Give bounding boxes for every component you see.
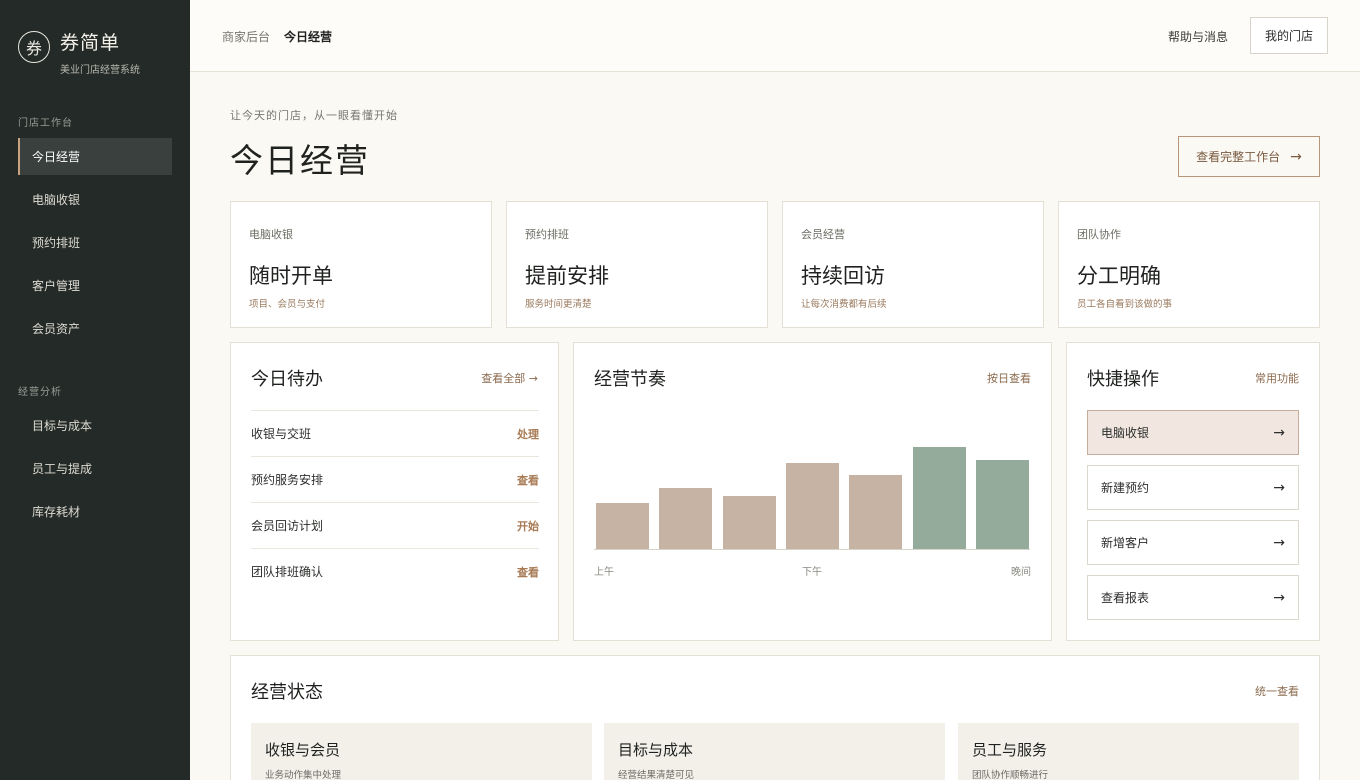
quick-action-new-booking[interactable]: 新建预约 → bbox=[1087, 465, 1299, 510]
common-functions-link[interactable]: 常用功能 bbox=[1255, 370, 1299, 386]
arrow-right-icon: → bbox=[1273, 479, 1285, 496]
feature-card-label: 会员经营 bbox=[801, 228, 845, 241]
breadcrumb-merchant[interactable]: 商家后台 bbox=[222, 28, 270, 45]
quick-actions-title: 快捷操作 bbox=[1087, 369, 1159, 390]
status-card-title: 收银与会员 bbox=[265, 741, 341, 759]
rhythm-panel: 经营节奏 按日查看 上午 下午 晚间 bbox=[573, 342, 1052, 641]
status-card-desc: 团队协作顺畅进行 bbox=[972, 770, 1049, 780]
sidebar-item-member-assets[interactable]: 会员资产 bbox=[18, 310, 172, 347]
sidebar-item-goals-cost[interactable]: 目标与成本 bbox=[18, 407, 172, 444]
feature-card-desc: 让每次消费都有后续 bbox=[801, 299, 887, 310]
quick-action-label: 电脑收银 bbox=[1101, 426, 1150, 440]
todo-item-action[interactable]: 处理 bbox=[517, 426, 539, 442]
rhythm-title: 经营节奏 bbox=[594, 369, 666, 390]
feature-card-title: 持续回访 bbox=[801, 264, 885, 288]
chart-bar bbox=[912, 447, 966, 549]
feature-card-team[interactable]: 团队协作 分工明确 员工各自看到该做的事 bbox=[1058, 201, 1320, 328]
brand-logo-icon: 券 bbox=[18, 31, 50, 63]
arrow-right-icon: → bbox=[1290, 148, 1302, 165]
status-card-desc: 业务动作集中处理 bbox=[265, 770, 342, 780]
quick-action-reports[interactable]: 查看报表 → bbox=[1087, 575, 1299, 620]
status-card-staff-service[interactable]: 员工与服务 团队协作顺畅进行 bbox=[958, 723, 1299, 780]
sidebar-item-staff-commission[interactable]: 员工与提成 bbox=[18, 450, 172, 487]
sidebar-item-booking[interactable]: 预约排班 bbox=[18, 224, 172, 261]
feature-card-desc: 服务时间更清楚 bbox=[525, 299, 592, 310]
todo-title: 今日待办 bbox=[251, 369, 323, 390]
page-title: 今日经营 bbox=[230, 141, 370, 180]
status-card-goals-cost[interactable]: 目标与成本 经营结果清楚可见 bbox=[604, 723, 945, 780]
todo-item: 会员回访计划 开始 bbox=[251, 502, 539, 548]
quick-action-label: 新增客户 bbox=[1101, 536, 1150, 550]
arrow-right-icon: → bbox=[1273, 589, 1285, 606]
feature-card-membership[interactable]: 会员经营 持续回访 让每次消费都有后续 bbox=[782, 201, 1044, 328]
status-title: 经营状态 bbox=[251, 682, 323, 703]
rhythm-by-day-link[interactable]: 按日查看 bbox=[987, 370, 1031, 386]
chart-bar bbox=[975, 460, 1029, 549]
brand-subtitle: 美业门店经营系统 bbox=[60, 65, 140, 76]
feature-card-booking[interactable]: 预约排班 提前安排 服务时间更清楚 bbox=[506, 201, 768, 328]
view-full-workbench-button[interactable]: 查看完整工作台 → bbox=[1178, 136, 1320, 177]
todo-item-action[interactable]: 查看 bbox=[517, 472, 539, 488]
quick-action-new-customer[interactable]: 新增客户 → bbox=[1087, 520, 1299, 565]
brand-name: 券简单 bbox=[60, 32, 121, 54]
page-subtitle: 让今天的门店，从一眼看懂开始 bbox=[230, 109, 398, 122]
status-view-all-link[interactable]: 统一查看 bbox=[1255, 683, 1299, 699]
topbar: 商家后台 今日经营 帮助与消息 我的门店 bbox=[190, 0, 1360, 72]
feature-card-title: 随时开单 bbox=[249, 264, 333, 288]
todo-item-action[interactable]: 查看 bbox=[517, 564, 539, 580]
sidebar-item-today[interactable]: 今日经营 bbox=[18, 138, 172, 175]
brand[interactable]: 券 券简单 美业门店经营系统 bbox=[18, 28, 140, 76]
chart-bar bbox=[596, 503, 649, 549]
chart-bar bbox=[849, 475, 903, 549]
todo-item-text: 会员回访计划 bbox=[251, 519, 324, 533]
status-card-cashier-members[interactable]: 收银与会员 业务动作集中处理 bbox=[251, 723, 592, 780]
feature-card-label: 团队协作 bbox=[1077, 228, 1121, 241]
chart-bar bbox=[722, 496, 776, 549]
feature-card-title: 提前安排 bbox=[525, 264, 609, 288]
todo-item-action[interactable]: 开始 bbox=[517, 518, 539, 534]
quick-action-label: 查看报表 bbox=[1101, 591, 1150, 605]
quick-action-cashier[interactable]: 电脑收银 → bbox=[1087, 410, 1299, 455]
sidebar: 券 券简单 美业门店经营系统 门店工作台 今日经营 电脑收银 预约排班 客户管理… bbox=[0, 0, 190, 780]
status-card-title: 目标与成本 bbox=[618, 741, 694, 759]
feature-card-desc: 员工各自看到该做的事 bbox=[1077, 299, 1173, 310]
todo-item-text: 预约服务安排 bbox=[251, 473, 324, 487]
breadcrumb-current: 今日经营 bbox=[284, 30, 333, 44]
chart-bar bbox=[785, 463, 839, 549]
my-store-button[interactable]: 我的门店 bbox=[1250, 17, 1328, 54]
todo-view-all-link[interactable]: 查看全部 → bbox=[481, 370, 538, 386]
help-messages-link[interactable]: 帮助与消息 bbox=[1168, 28, 1228, 45]
feature-card-label: 电脑收银 bbox=[249, 228, 293, 241]
arrow-right-icon: → bbox=[1273, 534, 1285, 551]
arrow-right-icon: → bbox=[528, 372, 538, 385]
todo-item-text: 收银与交班 bbox=[251, 427, 312, 441]
sidebar-item-inventory[interactable]: 库存耗材 bbox=[18, 493, 172, 530]
chart-baseline bbox=[594, 549, 1030, 550]
quick-actions-panel: 快捷操作 常用功能 电脑收银 → 新建预约 → 新增客户 → 查看报表 → bbox=[1066, 342, 1320, 641]
chart-bar bbox=[659, 488, 713, 549]
todo-item: 预约服务安排 查看 bbox=[251, 456, 539, 502]
feature-card-desc: 项目、会员与支付 bbox=[249, 299, 326, 310]
todo-item-text: 团队排班确认 bbox=[251, 565, 324, 579]
todo-item: 团队排班确认 查看 bbox=[251, 548, 539, 594]
feature-card-label: 预约排班 bbox=[525, 228, 569, 241]
status-card-title: 员工与服务 bbox=[972, 741, 1048, 759]
feature-card-cashier[interactable]: 电脑收银 随时开单 项目、会员与支付 bbox=[230, 201, 492, 328]
status-card-desc: 经营结果清楚可见 bbox=[618, 770, 695, 780]
todo-panel: 今日待办 查看全部 → 收银与交班 处理 预约服务安排 查看 会员回访计划 开始… bbox=[230, 342, 559, 641]
status-panel: 经营状态 统一查看 收银与会员 业务动作集中处理 目标与成本 经营结果清楚可见 … bbox=[230, 655, 1320, 780]
sidebar-item-customers[interactable]: 客户管理 bbox=[18, 267, 172, 304]
chart-tick-label: 晚间 bbox=[1011, 567, 1031, 578]
arrow-right-icon: → bbox=[1273, 424, 1285, 441]
chart-tick-label: 下午 bbox=[802, 567, 822, 578]
quick-action-label: 新建预约 bbox=[1101, 481, 1150, 495]
sidebar-item-cashier[interactable]: 电脑收银 bbox=[18, 181, 172, 218]
nav-section-store: 门店工作台 bbox=[18, 118, 73, 129]
nav-section-analysis: 经营分析 bbox=[18, 387, 62, 398]
view-full-workbench-label: 查看完整工作台 bbox=[1196, 150, 1281, 164]
todo-view-all-label: 查看全部 bbox=[481, 372, 526, 385]
feature-card-title: 分工明确 bbox=[1077, 264, 1161, 288]
chart-tick-label: 上午 bbox=[594, 567, 614, 578]
todo-item: 收银与交班 处理 bbox=[251, 410, 539, 456]
